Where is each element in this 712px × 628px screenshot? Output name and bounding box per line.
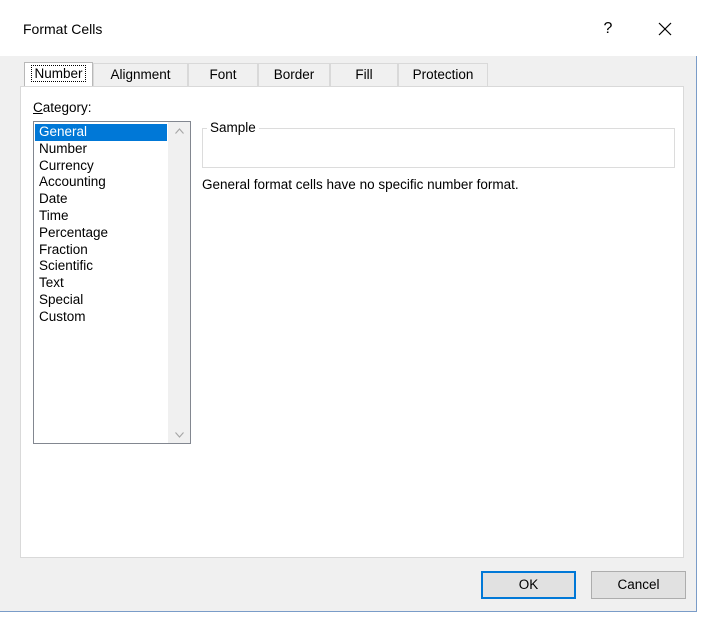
dialog-title: Format Cells bbox=[23, 21, 103, 37]
ok-button[interactable]: OK bbox=[481, 571, 576, 599]
tab-protection[interactable]: Protection bbox=[398, 63, 488, 86]
category-item-date[interactable]: Date bbox=[35, 191, 167, 208]
scroll-down-button[interactable] bbox=[168, 426, 190, 443]
category-item-text[interactable]: Text bbox=[35, 275, 167, 292]
category-item-time[interactable]: Time bbox=[35, 208, 167, 225]
category-list: General Number Currency Accounting Date … bbox=[35, 124, 167, 326]
sample-label: Sample bbox=[207, 120, 259, 135]
category-item-currency[interactable]: Currency bbox=[35, 158, 167, 175]
category-label: Category: bbox=[33, 100, 92, 115]
format-cells-dialog: Format Cells ? Number Alignment Font Bor… bbox=[0, 0, 697, 612]
category-item-percentage[interactable]: Percentage bbox=[35, 225, 167, 242]
help-button[interactable]: ? bbox=[596, 16, 620, 42]
category-item-scientific[interactable]: Scientific bbox=[35, 258, 167, 275]
category-item-number[interactable]: Number bbox=[35, 141, 167, 158]
number-tab-panel: Category: General Number Currency Accoun… bbox=[20, 86, 684, 558]
category-item-accounting[interactable]: Accounting bbox=[35, 174, 167, 191]
category-item-special[interactable]: Special bbox=[35, 292, 167, 309]
category-item-custom[interactable]: Custom bbox=[35, 309, 167, 326]
tab-border[interactable]: Border bbox=[258, 63, 330, 86]
chevron-up-icon bbox=[174, 128, 184, 134]
tab-fill[interactable]: Fill bbox=[330, 63, 398, 86]
format-description: General format cells have no specific nu… bbox=[202, 177, 519, 192]
tab-alignment[interactable]: Alignment bbox=[93, 63, 188, 86]
cancel-button[interactable]: Cancel bbox=[591, 571, 686, 599]
category-item-fraction[interactable]: Fraction bbox=[35, 242, 167, 259]
tab-number[interactable]: Number bbox=[24, 62, 93, 87]
chevron-down-icon bbox=[174, 432, 184, 438]
category-scrollbar[interactable] bbox=[168, 122, 190, 443]
close-button[interactable] bbox=[652, 16, 678, 42]
tab-font[interactable]: Font bbox=[188, 63, 258, 86]
category-listbox[interactable]: General Number Currency Accounting Date … bbox=[33, 121, 191, 444]
close-icon bbox=[658, 22, 672, 36]
category-item-general[interactable]: General bbox=[35, 124, 167, 141]
sample-group: Sample bbox=[202, 120, 675, 168]
scroll-up-button[interactable] bbox=[168, 122, 190, 139]
title-bar: Format Cells ? bbox=[0, 0, 697, 56]
